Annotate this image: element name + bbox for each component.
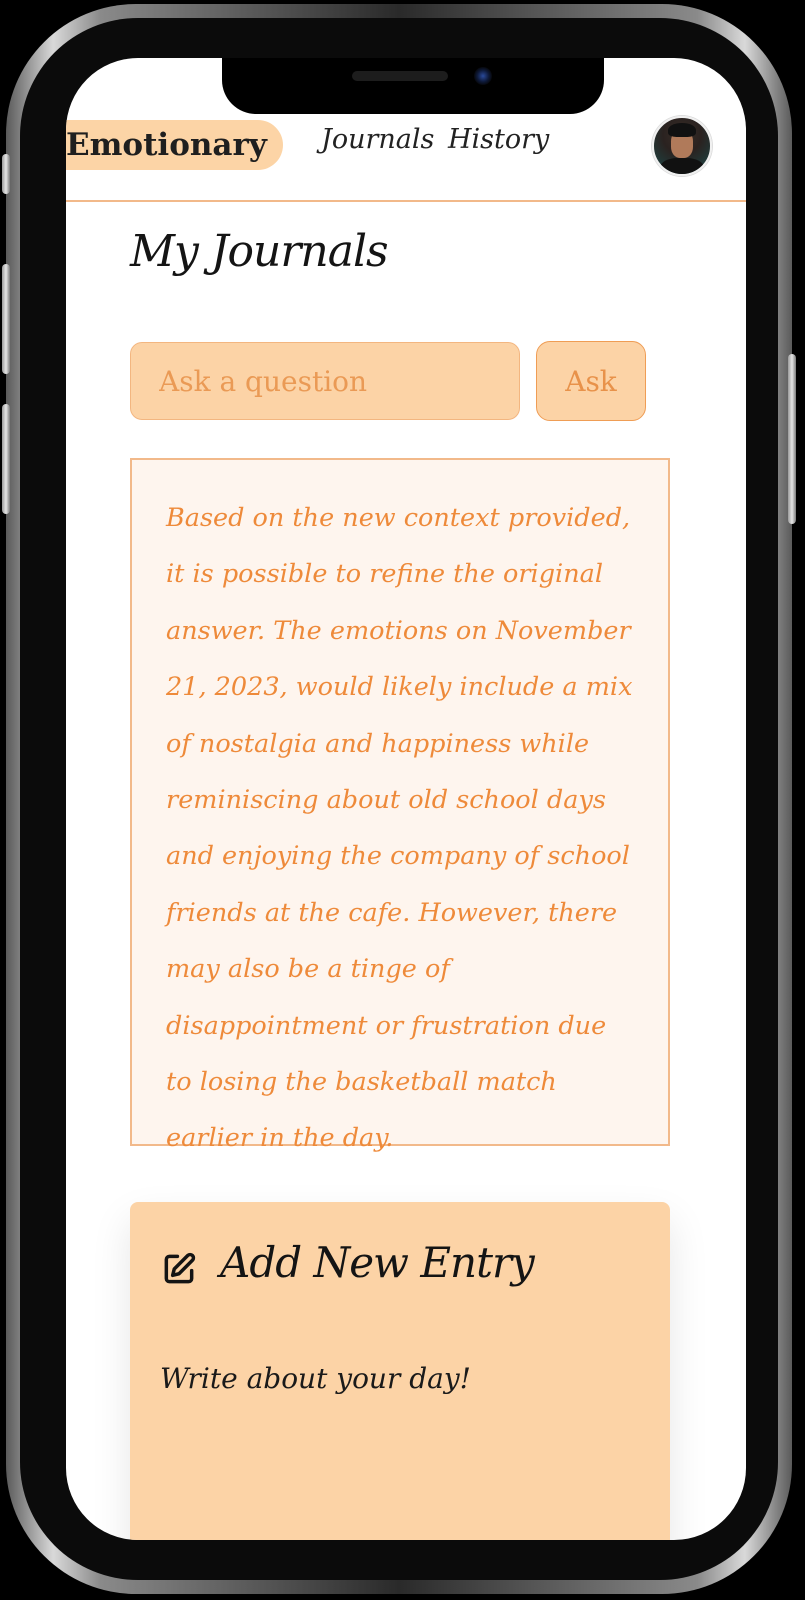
app-screen: Emotionary Journals History My Journals … xyxy=(66,58,746,1540)
phone-power-button xyxy=(788,354,796,524)
answer-panel: Based on the new context provided, it is… xyxy=(130,458,670,1153)
nav-journals[interactable]: Journals xyxy=(321,124,434,155)
front-camera xyxy=(474,67,492,85)
user-avatar[interactable] xyxy=(652,116,712,176)
phone-side-button xyxy=(2,154,10,194)
avatar-hair xyxy=(668,123,696,137)
phone-notch xyxy=(222,58,604,114)
phone-volume-up-button xyxy=(2,264,10,374)
speaker-grille xyxy=(352,71,448,81)
brand-logo[interactable]: Emotionary xyxy=(66,120,283,170)
avatar-shirt xyxy=(660,158,704,174)
page-title: My Journals xyxy=(130,226,389,277)
new-entry-title: Add New Entry xyxy=(220,1238,535,1287)
nav-history[interactable]: History xyxy=(448,124,549,155)
answer-text: Based on the new context provided, it is… xyxy=(166,503,633,1154)
ask-button[interactable]: Ask xyxy=(536,341,646,421)
phone-volume-down-button xyxy=(2,404,10,514)
new-entry-textarea[interactable] xyxy=(160,1362,640,1540)
ask-question-input[interactable] xyxy=(130,342,520,420)
new-entry-card: Add New Entry xyxy=(130,1202,670,1540)
edit-icon[interactable] xyxy=(160,1250,198,1288)
